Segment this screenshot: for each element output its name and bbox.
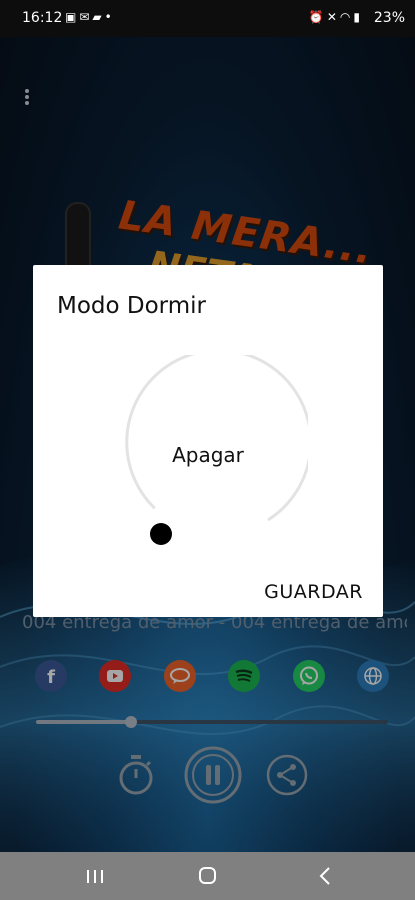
alarm-icon: ⏰: [308, 10, 327, 24]
battery-level: 23%: [373, 10, 405, 26]
status-time: 16:12: [22, 10, 63, 26]
save-button[interactable]: GUARDAR: [264, 581, 363, 603]
mail-icon: ✉: [79, 10, 93, 24]
dial-knob[interactable]: [150, 523, 172, 545]
status-bar: 16:12 ▣✉▰• ⏰✕◠▮ 23%: [0, 0, 415, 37]
image-icon: ▣: [65, 10, 80, 24]
wifi-icon: ◠: [339, 10, 354, 24]
sleep-mode-dialog: Modo Dormir Apagar GUARDAR: [33, 265, 383, 617]
back-icon: [319, 867, 330, 885]
bag-icon: ▰: [92, 10, 105, 24]
recent-apps-icon: [87, 870, 103, 883]
home-button[interactable]: [188, 860, 228, 892]
system-navigation-bar: [0, 852, 415, 900]
dot-icon: •: [104, 10, 115, 24]
back-button[interactable]: [305, 860, 345, 892]
mute-icon: ✕: [326, 10, 340, 24]
signal-icon: ▮: [353, 10, 363, 24]
system-icons: ⏰✕◠▮: [309, 10, 363, 24]
dialog-title: Modo Dormir: [57, 293, 206, 319]
recent-apps-button[interactable]: [75, 860, 115, 892]
dial-value-label: Apagar: [172, 443, 244, 467]
home-icon: [199, 867, 216, 884]
notification-icons: ▣✉▰•: [65, 10, 115, 24]
